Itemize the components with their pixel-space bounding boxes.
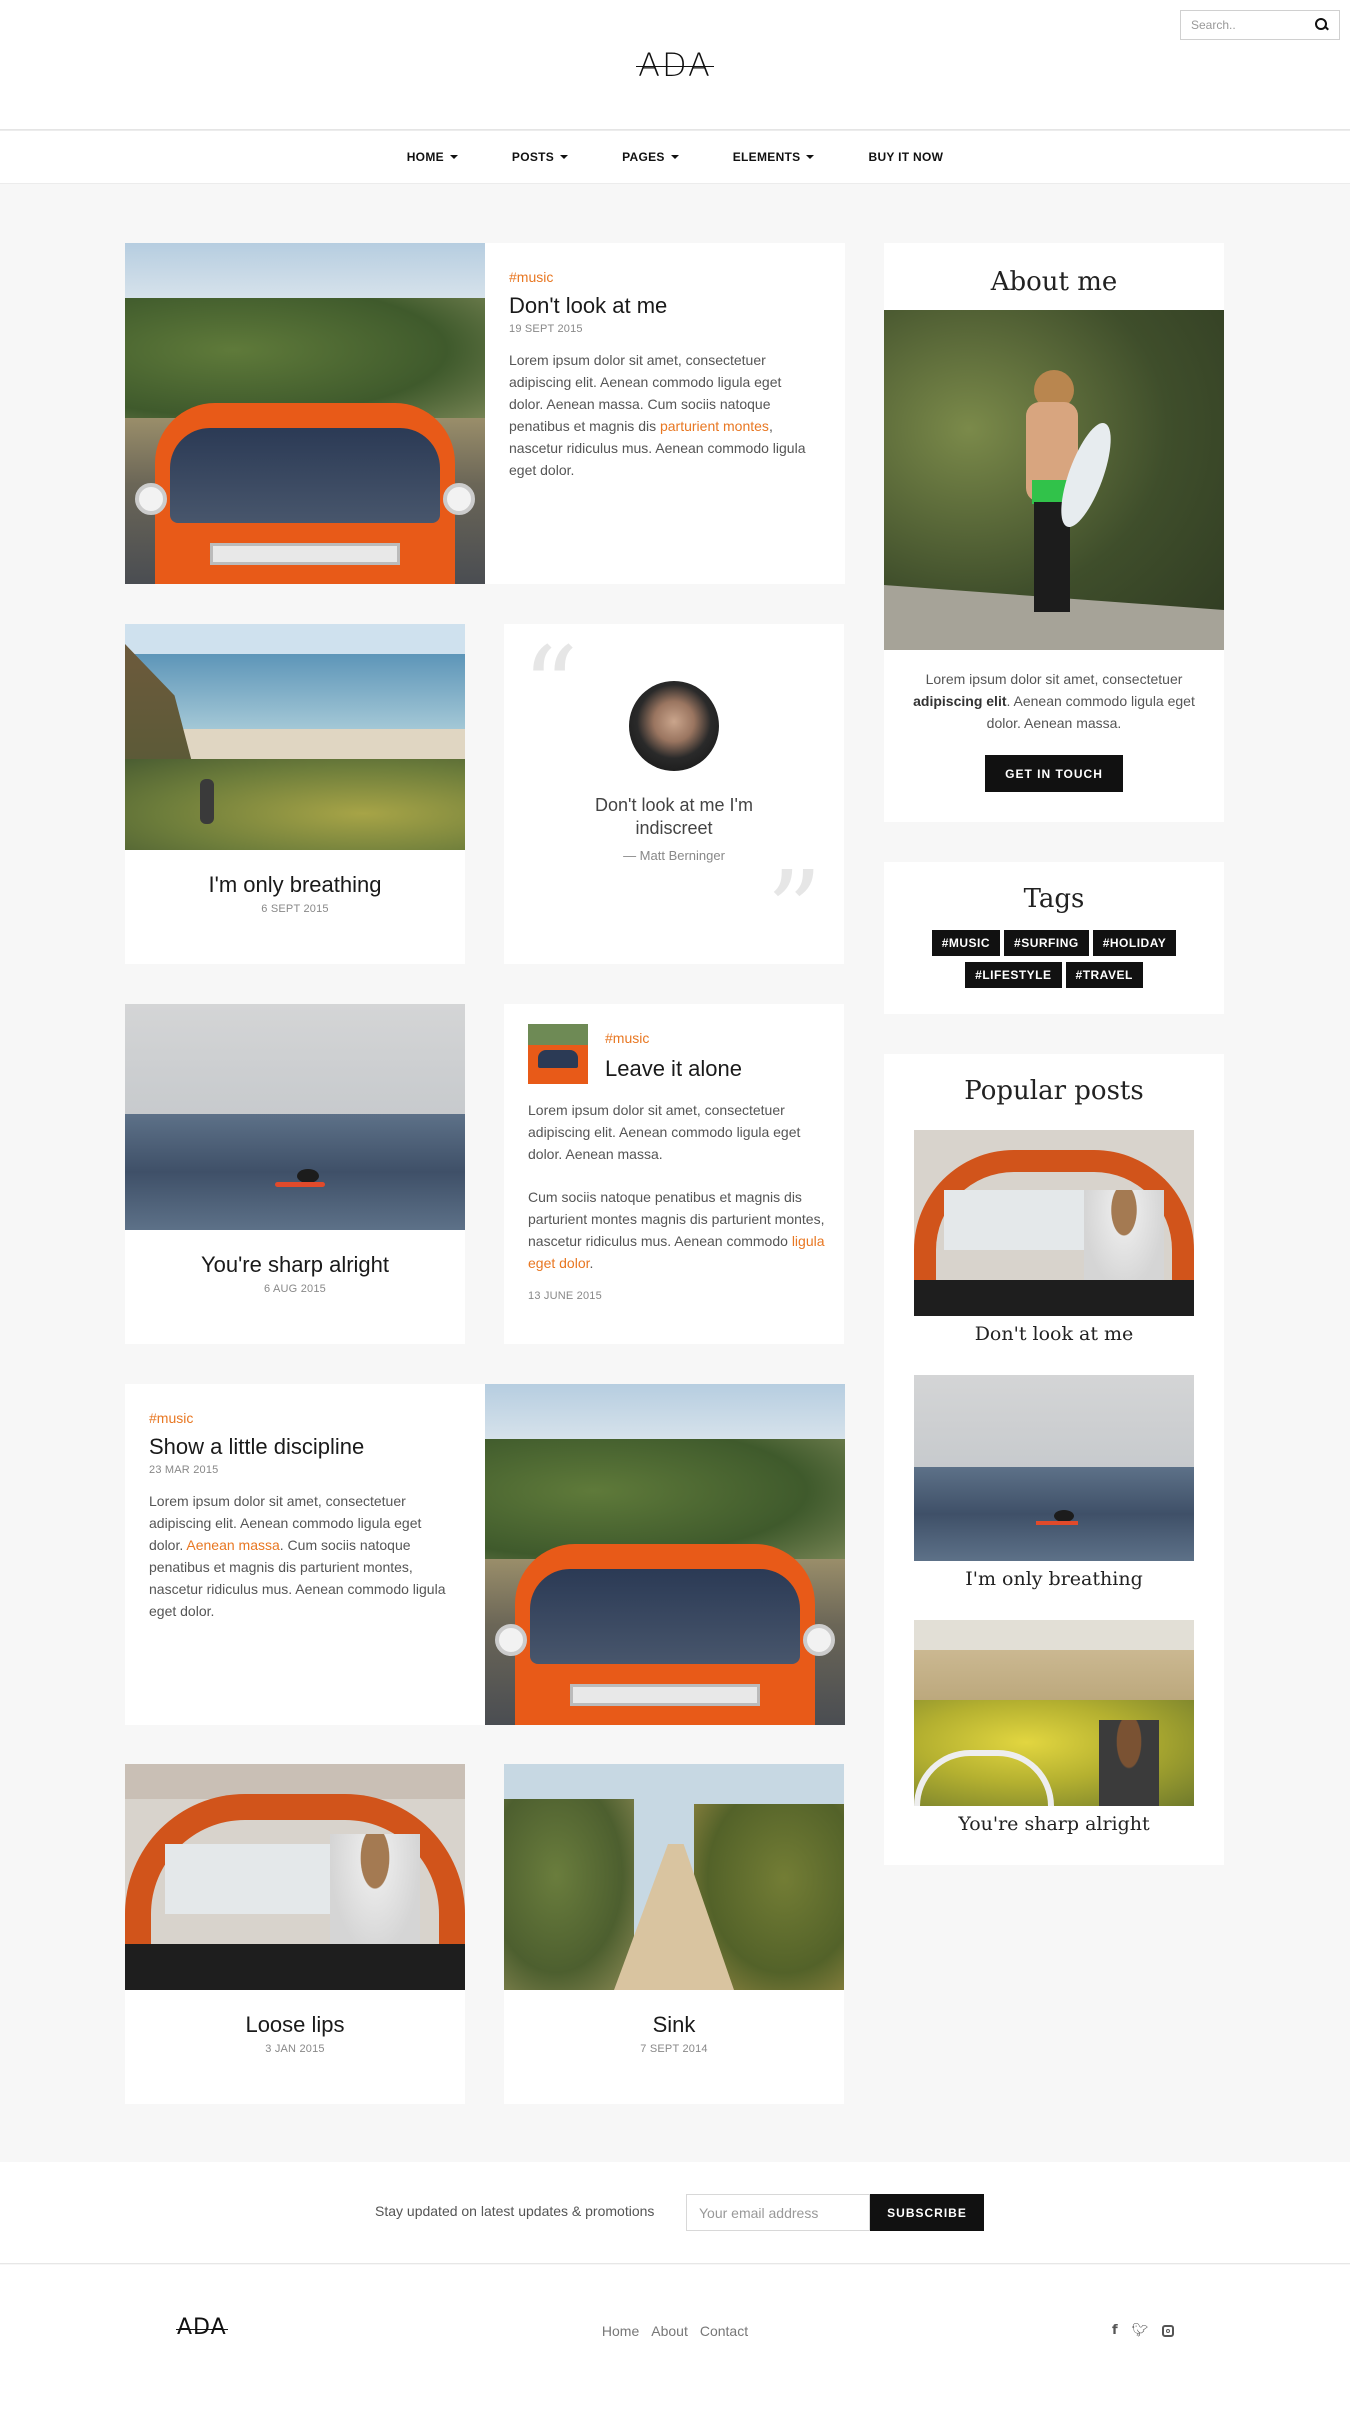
site-header: ADA Search.. [0, 0, 1350, 130]
post-card-sink[interactable]: Sink 7 SEPT 2014 [504, 1764, 844, 2104]
popular-post-title[interactable]: You're sharp alright [884, 1813, 1224, 1835]
post-date: 7 SEPT 2014 [640, 2043, 708, 2055]
tag-chip[interactable]: #TRAVEL [1065, 962, 1143, 988]
site-logo[interactable]: ADA [0, 46, 1350, 84]
site-footer: ADA Home About Contact f 🐦︎ [0, 2265, 1350, 2411]
post-date: 3 JAN 2015 [265, 2043, 325, 2055]
post-image-coast[interactable] [125, 624, 465, 850]
twitter-icon[interactable]: 🐦︎ [1132, 2323, 1149, 2338]
post-excerpt: Lorem ipsum dolor sit amet, consectetuer… [528, 1102, 801, 1162]
post-excerpt: Lorem ipsum dolor sit amet, consectetuer… [149, 1493, 446, 1619]
post-tag[interactable]: #music [605, 1030, 649, 1046]
widget-title: About me [990, 267, 1118, 297]
inline-link[interactable]: Aenean massa [186, 1537, 279, 1553]
search-icon[interactable] [1315, 18, 1329, 32]
popular-image-surfer-sea[interactable] [914, 1375, 1194, 1561]
widget-title: Popular posts [964, 1076, 1144, 1106]
post-card-leave-alone[interactable]: #music Leave it alone Lorem ipsum dolor … [504, 1004, 844, 1344]
caret-down-icon [806, 155, 815, 159]
popular-post-title[interactable]: I'm only breathing [884, 1568, 1224, 1590]
social-links: f 🐦︎ [1112, 2323, 1175, 2338]
quote-author: — Matt Berninger [623, 848, 725, 863]
tag-chip[interactable]: #LIFESTYLE [965, 962, 1062, 988]
footer-link-home[interactable]: Home [602, 2323, 639, 2339]
about-image-surfer [884, 310, 1224, 650]
post-card-featured[interactable]: #music Don't look at me 19 SEPT 2015 Lor… [125, 243, 845, 584]
caret-down-icon [670, 155, 679, 159]
nav-item-pages[interactable]: PAGES [622, 150, 679, 164]
post-image-surfer-sea[interactable] [125, 1004, 465, 1230]
popular-image-van-interior[interactable] [914, 1130, 1194, 1316]
nav-item-posts[interactable]: POSTS [512, 150, 569, 164]
post-date: 23 MAR 2015 [149, 1464, 219, 1476]
popular-post-title[interactable]: Don't look at me [884, 1323, 1224, 1345]
quote-card: “ ” Don't look at me I'm indiscreet — Ma… [504, 624, 844, 964]
nav-item-elements[interactable]: ELEMENTS [733, 150, 815, 164]
post-title[interactable]: Sink [504, 2012, 844, 2038]
get-in-touch-button[interactable]: GET IN TOUCH [985, 755, 1123, 792]
post-tag[interactable]: #music [509, 269, 819, 285]
about-widget: About me Lorem ipsum dolor sit amet, con… [884, 243, 1224, 822]
tag-chip[interactable]: #HOLIDAY [1092, 930, 1177, 956]
post-title[interactable]: Don't look at me [509, 293, 819, 319]
newsletter-text: Stay updated on latest updates & promoti… [375, 2203, 655, 2219]
quote-text: Don't look at me I'm indiscreet [595, 795, 753, 838]
search-input[interactable]: Search.. [1191, 18, 1315, 32]
quote-open-icon: “ [522, 624, 579, 751]
instagram-icon[interactable] [1162, 2325, 1175, 2337]
footer-link-contact[interactable]: Contact [700, 2323, 748, 2339]
post-image-van[interactable] [125, 243, 485, 584]
post-excerpt-2: Cum sociis natoque penatibus et magnis d… [528, 1189, 825, 1271]
widget-title: Tags [1023, 884, 1085, 914]
about-text: Lorem ipsum dolor sit amet, consectetuer… [913, 671, 1195, 731]
post-thumb-van[interactable] [528, 1024, 588, 1084]
caret-down-icon [449, 155, 458, 159]
subscribe-button[interactable]: SUBSCRIBE [870, 2194, 984, 2231]
post-title[interactable]: I'm only breathing [125, 872, 465, 898]
search-box[interactable]: Search.. [1180, 10, 1340, 40]
caret-down-icon [560, 155, 569, 159]
post-title[interactable]: You're sharp alright [125, 1252, 465, 1278]
post-card-discipline[interactable]: #music Show a little discipline 23 MAR 2… [125, 1384, 845, 1725]
post-image-van[interactable] [485, 1384, 845, 1725]
tag-chip[interactable]: #MUSIC [931, 930, 1001, 956]
post-date: 19 SEPT 2015 [509, 323, 583, 335]
facebook-icon[interactable]: f [1112, 2323, 1118, 2338]
avatar [629, 681, 719, 771]
post-title[interactable]: Loose lips [125, 2012, 465, 2038]
post-date: 6 SEPT 2015 [261, 903, 329, 915]
post-card-sharp[interactable]: You're sharp alright 6 AUG 2015 [125, 1004, 465, 1344]
post-card-loose-lips[interactable]: Loose lips 3 JAN 2015 [125, 1764, 465, 2104]
tag-list: #MUSIC #SURFING #HOLIDAY #LIFESTYLE #TRAVEL [904, 930, 1204, 994]
post-date: 6 AUG 2015 [264, 1283, 326, 1295]
main-nav: HOME POSTS PAGES ELEMENTS BUY IT NOW [0, 130, 1350, 184]
inline-link[interactable]: parturient montes [660, 418, 769, 434]
post-title[interactable]: Leave it alone [605, 1056, 742, 1082]
post-card-breathing[interactable]: I'm only breathing 6 SEPT 2015 [125, 624, 465, 964]
tags-widget: Tags #MUSIC #SURFING #HOLIDAY #LIFESTYLE #TR… [884, 862, 1224, 1014]
post-title[interactable]: Show a little discipline [149, 1434, 459, 1460]
post-image-van-interior[interactable] [125, 1764, 465, 1990]
nav-item-home[interactable]: HOME [407, 150, 458, 164]
popular-posts-widget: Popular posts Don't look at me I'm only … [884, 1054, 1224, 1865]
newsletter-bar: Stay updated on latest updates & promoti… [0, 2162, 1350, 2264]
post-date: 13 JUNE 2015 [528, 1290, 602, 1302]
email-field[interactable]: Your email address [686, 2194, 870, 2231]
popular-image-flowers[interactable] [914, 1620, 1194, 1806]
nav-item-buy[interactable]: BUY IT NOW [868, 150, 943, 164]
footer-link-about[interactable]: About [651, 2323, 688, 2339]
post-image-dirt-road[interactable] [504, 1764, 844, 1990]
post-tag[interactable]: #music [149, 1410, 459, 1426]
quote-close-icon: ” [766, 847, 823, 964]
post-excerpt: Lorem ipsum dolor sit amet, consectetuer… [509, 352, 806, 478]
tag-chip[interactable]: #SURFING [1004, 930, 1089, 956]
